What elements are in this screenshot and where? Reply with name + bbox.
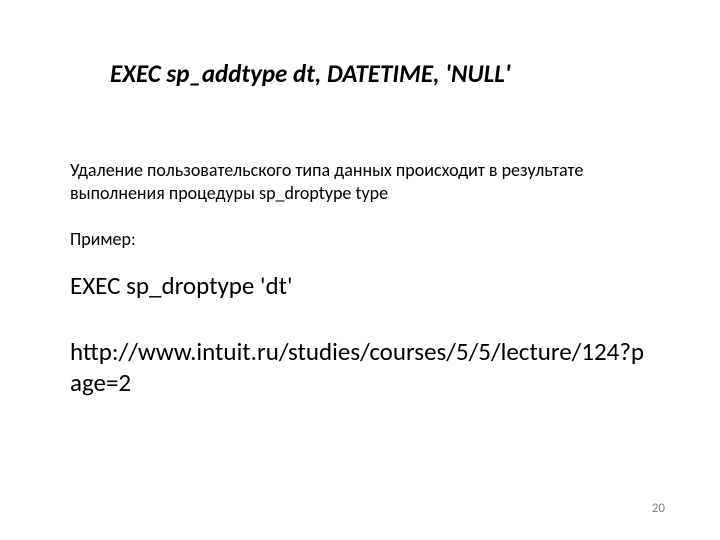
code-example: EXEC sp_droptype 'dt': [70, 270, 650, 301]
description-paragraph: Удаление пользовательского типа данных п…: [70, 159, 650, 206]
reference-url: http://www.intuit.ru/studies/courses/5/5…: [70, 336, 650, 399]
example-label: Пример:: [70, 228, 650, 250]
page-number: 20: [652, 501, 665, 516]
slide-title: EXEC sp_addtype dt, DATETIME, 'NULL': [110, 58, 650, 89]
